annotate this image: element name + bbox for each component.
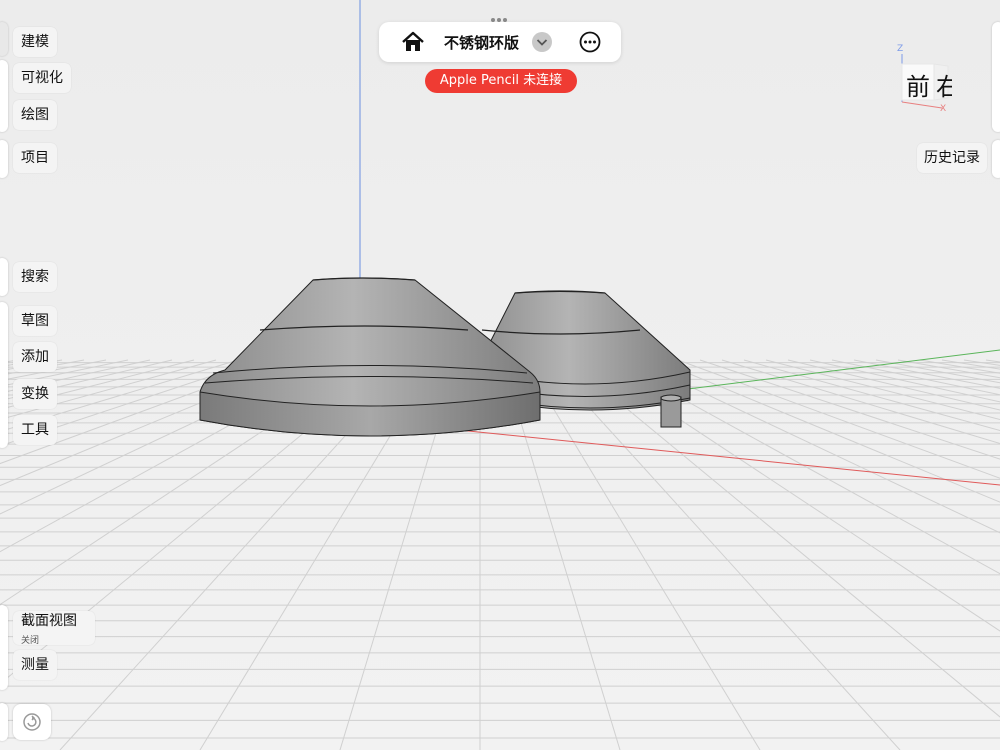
right-panel-edge-2[interactable] <box>992 140 1000 178</box>
more-icon[interactable] <box>579 31 601 53</box>
right-panel-edge-1[interactable] <box>992 22 1000 132</box>
sidebar-item-visualize[interactable]: 可视化 <box>13 63 71 93</box>
left-panel-edge-1[interactable] <box>0 22 8 56</box>
left-panel-edge-7[interactable] <box>0 703 8 741</box>
reset-view-button[interactable] <box>13 704 51 740</box>
document-title[interactable]: 不锈钢环版 <box>444 32 519 53</box>
view-cube-axis-x: X <box>940 104 947 114</box>
home-icon[interactable] <box>401 31 425 53</box>
left-panel-edge-6[interactable] <box>0 605 8 690</box>
view-cube-axis-z: Z <box>897 44 904 54</box>
sidebar-item-tools[interactable]: 工具 <box>13 415 57 445</box>
left-panel-edge-4[interactable] <box>0 258 8 296</box>
history-button[interactable]: 历史记录 <box>917 143 987 173</box>
3d-viewport[interactable] <box>0 0 1000 750</box>
section-view-state: 关闭 <box>21 636 40 646</box>
sidebar-item-search[interactable]: 搜索 <box>13 262 57 292</box>
sidebar-item-add[interactable]: 添加 <box>13 342 57 372</box>
window-grabber[interactable] <box>490 7 510 22</box>
document-toolbar: 不锈钢环版 <box>379 22 621 62</box>
sidebar-item-drawing[interactable]: 绘图 <box>13 100 57 130</box>
sidebar-item-project[interactable]: 项目 <box>13 143 57 173</box>
refresh-icon <box>23 713 41 731</box>
sidebar-item-sketch[interactable]: 草图 <box>13 306 57 336</box>
section-view-button[interactable]: 截面视图 关闭 <box>13 611 95 646</box>
view-cube[interactable]: Z 前 右 X <box>896 44 958 116</box>
chevron-down-icon[interactable] <box>532 32 552 52</box>
left-panel-edge-5[interactable] <box>0 302 8 448</box>
sidebar-item-modeling[interactable]: 建模 <box>13 27 57 57</box>
view-cube-right-face[interactable]: 右 <box>936 67 952 102</box>
view-cube-front-face[interactable]: 前 <box>906 67 930 102</box>
left-panel-edge-2[interactable] <box>0 60 8 132</box>
section-view-label: 截面视图 <box>21 613 77 629</box>
left-panel-edge-3[interactable] <box>0 140 8 178</box>
sidebar-item-transform[interactable]: 变换 <box>13 379 57 409</box>
sidebar-item-measure[interactable]: 测量 <box>13 650 57 680</box>
apple-pencil-status-badge[interactable]: Apple Pencil 未连接 <box>425 69 577 93</box>
